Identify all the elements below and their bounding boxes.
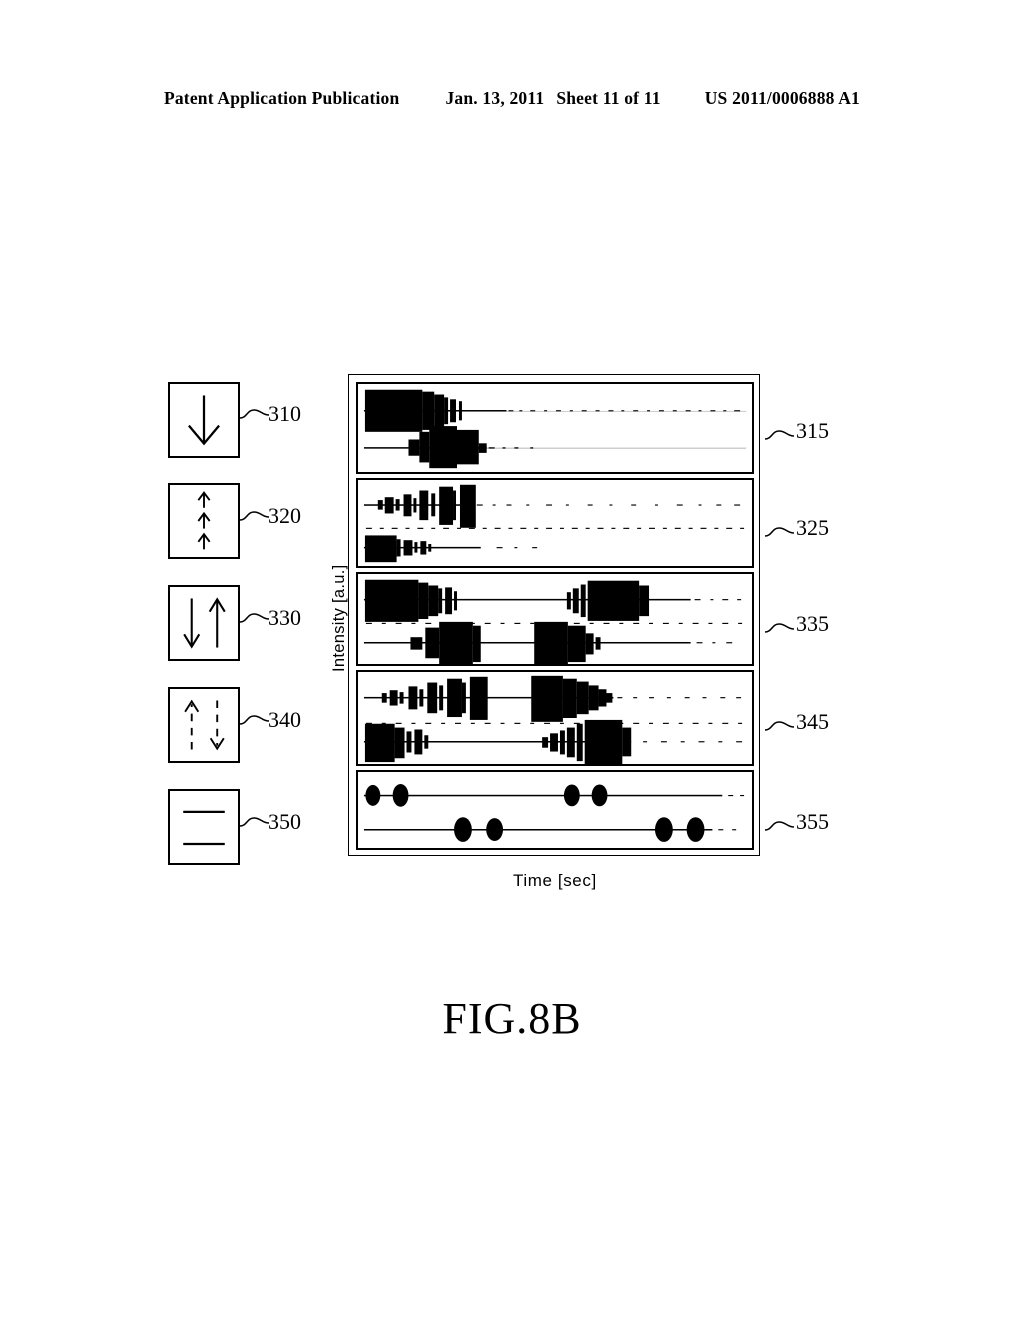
leader-line-345 [764,716,795,736]
legend-box-330 [168,585,240,661]
reference-label-340: 340 [268,707,301,732]
leader-line-320 [239,506,270,526]
legend-box-310 [168,382,240,458]
reference-label-330: 330 [268,605,301,630]
reference-label-345: 345 [796,709,829,734]
signal-panel-335 [356,572,754,666]
y-axis-label: Intensity [a.u.] [330,564,348,672]
dashed-up-and-down-arrows-icon [184,699,225,751]
signal-panel-325 [356,478,754,568]
reference-label-355: 355 [796,809,829,834]
two-horizontal-lines-icon [183,810,225,846]
waveform-315 [363,389,747,469]
x-axis-label: Time [sec] [513,871,597,890]
leader-line-355 [764,816,795,836]
legend-box-350 [168,789,240,865]
leader-line-325 [764,522,795,542]
patent-figure-page: Patent Application Publication Jan. 13, … [0,0,1024,1320]
signal-panel-345 [356,670,754,766]
leader-line-330 [239,608,270,628]
figure-8b: 310 320 330 340 350 Intensity [a.u.] 315… [0,0,1024,1320]
leader-line-340 [239,710,270,730]
reference-label-335: 335 [796,611,829,636]
waveform-345 [363,675,743,764]
waveform-355 [363,783,745,842]
waveform-325 [363,484,745,563]
reference-label-325: 325 [796,515,829,540]
signal-panel-355 [356,770,754,850]
figure-caption: FIG.8B [442,994,582,1043]
reference-label-310: 310 [268,401,301,426]
leader-line-315 [764,425,795,445]
leader-line-335 [764,618,795,638]
legend-box-340 [168,687,240,763]
leader-line-350 [239,812,270,832]
legend-box-320 [168,483,240,559]
reference-label-350: 350 [268,809,301,834]
leader-line-310 [239,404,270,424]
reference-label-320: 320 [268,503,301,528]
signal-panel-container [348,374,760,856]
signal-panel-315 [356,382,754,474]
solid-down-and-up-arrows-icon [183,597,226,649]
three-small-up-arrows-icon [197,491,211,550]
reference-label-315: 315 [796,418,829,443]
waveform-335 [363,579,743,664]
single-large-down-arrow-icon [188,395,220,446]
